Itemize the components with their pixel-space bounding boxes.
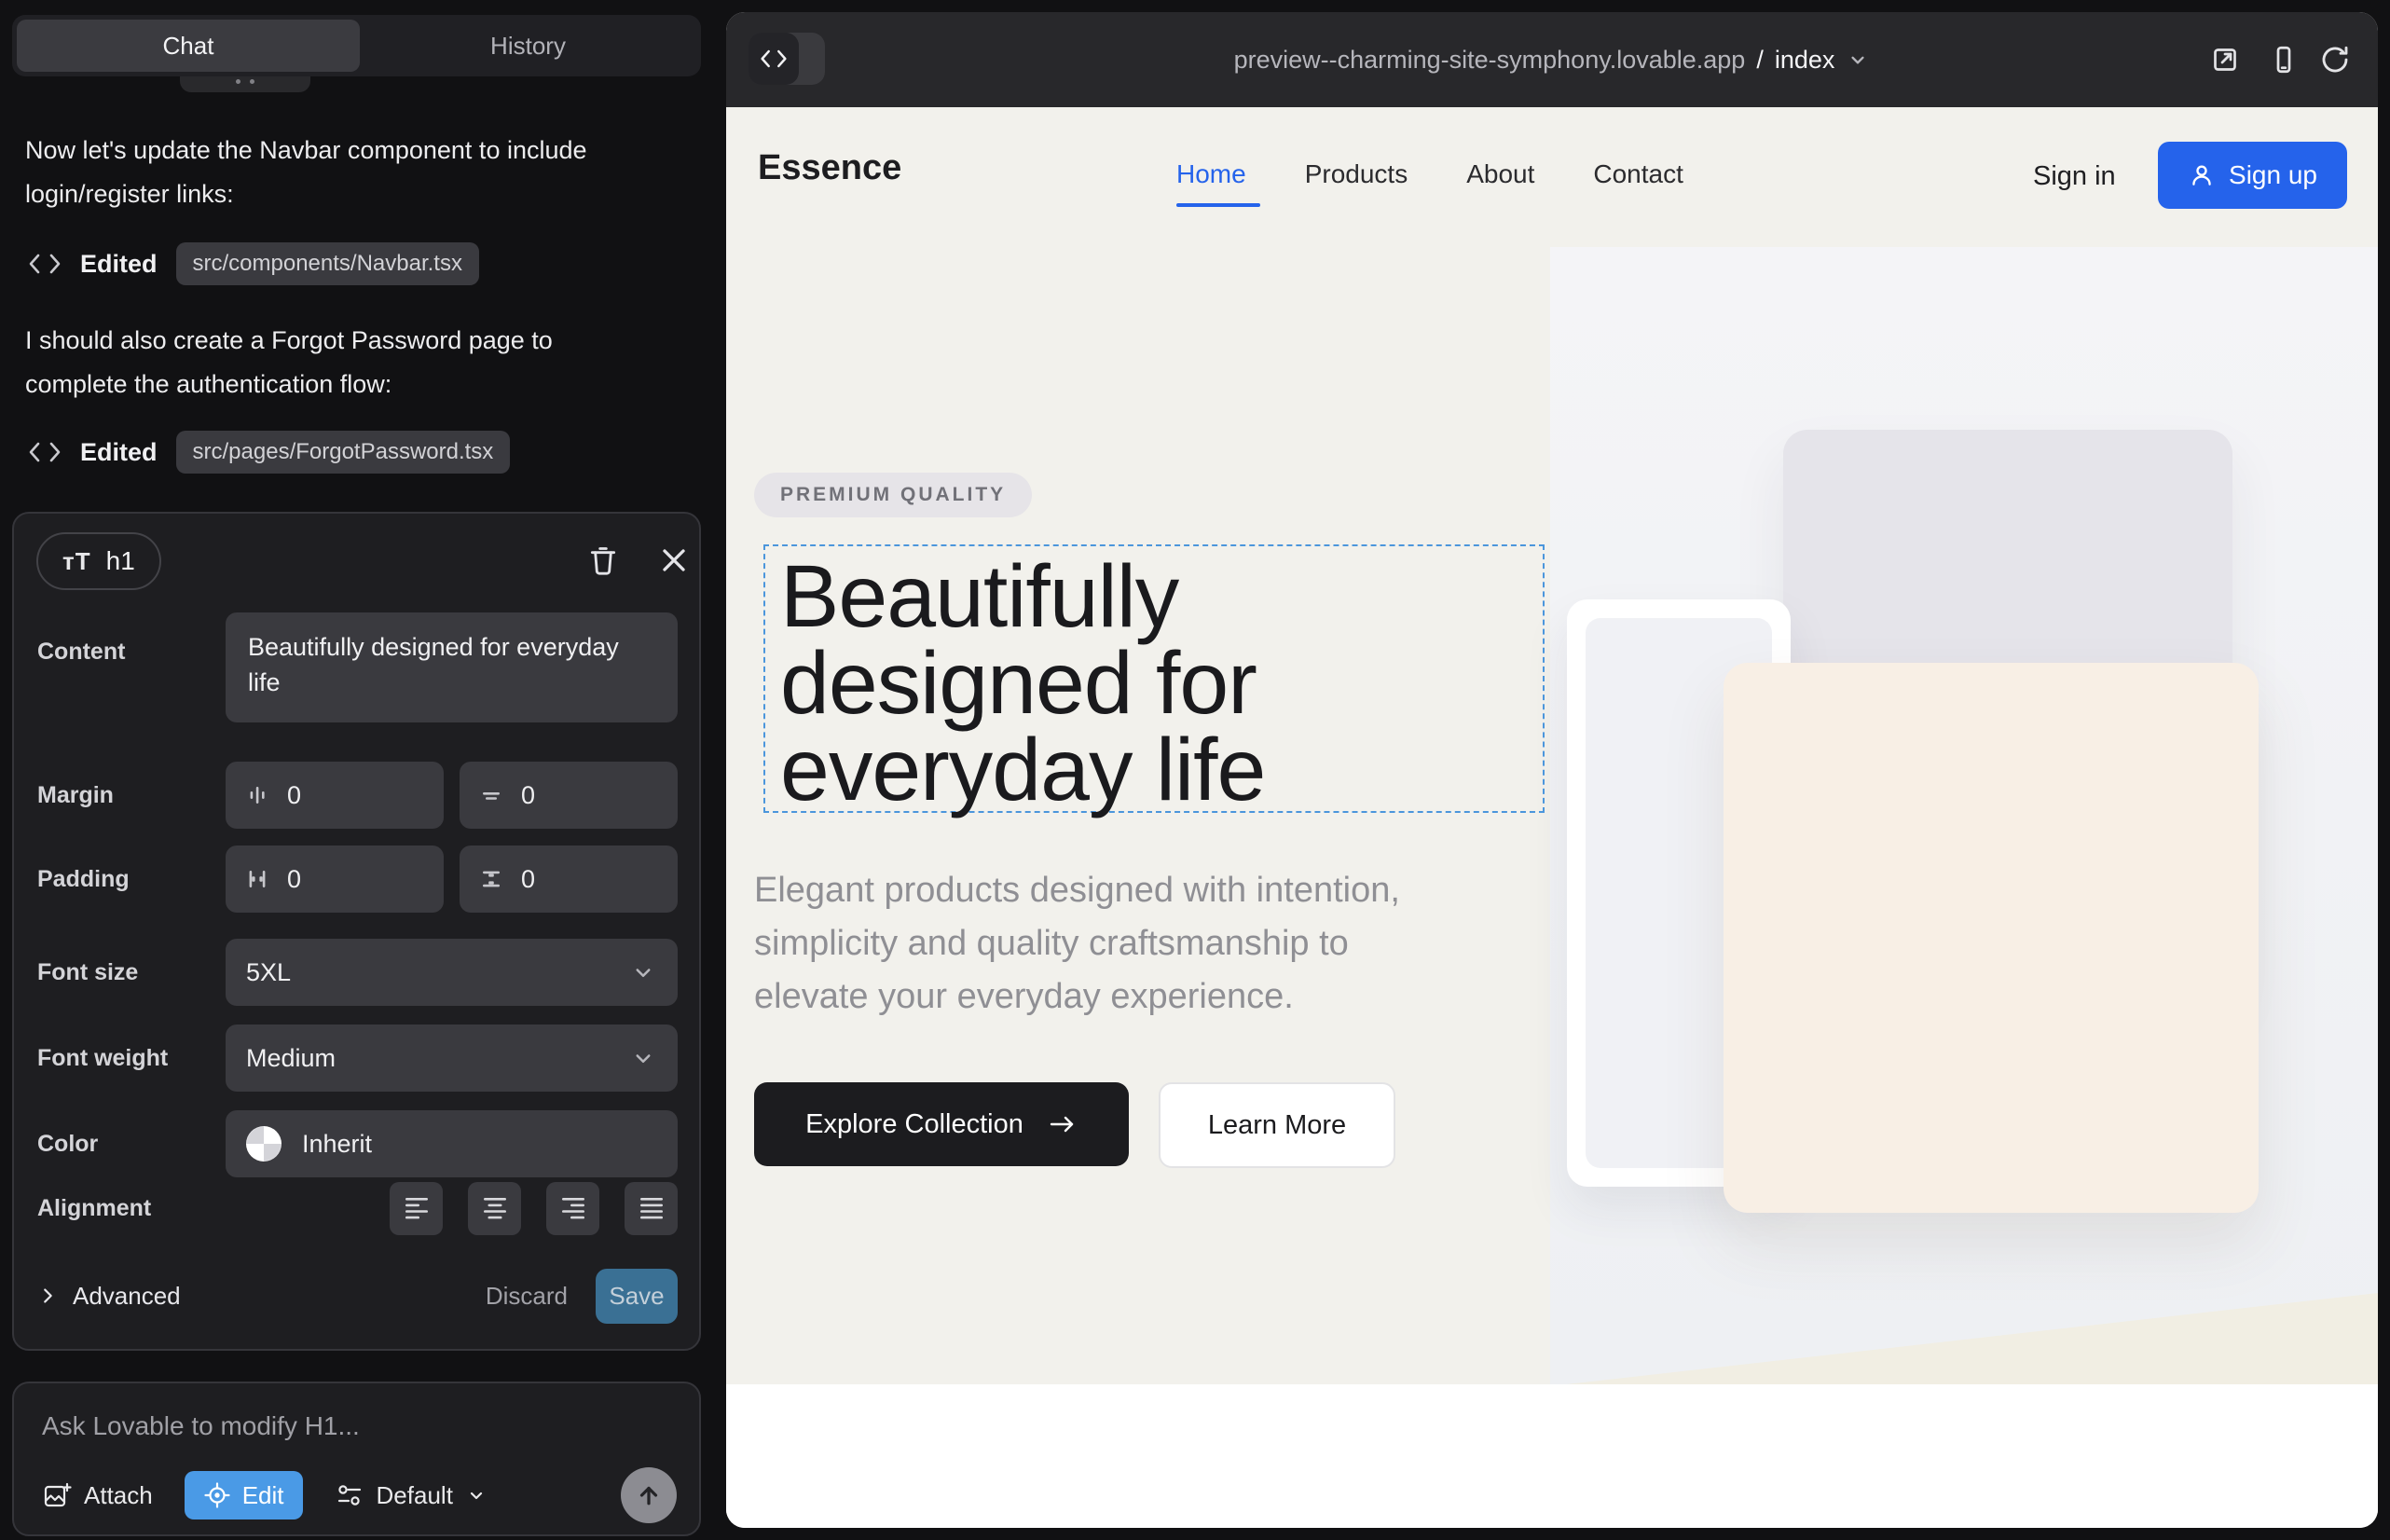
delete-element-icon[interactable]: [584, 542, 622, 579]
tab-history[interactable]: History: [360, 32, 696, 61]
margin-vertical-icon: [478, 782, 504, 808]
color-select[interactable]: Inherit: [226, 1110, 678, 1177]
url-separator: /: [1756, 46, 1764, 75]
chevron-down-icon: [1846, 48, 1870, 72]
mode-select[interactable]: Default: [335, 1480, 488, 1510]
element-tag: h1: [106, 546, 135, 576]
open-external-icon[interactable]: [2208, 43, 2242, 76]
next-section: [726, 1384, 2378, 1528]
scrolled-chip-fragment: [180, 76, 310, 92]
explore-collection-button[interactable]: Explore Collection: [754, 1082, 1129, 1166]
padding-vertical-icon: [478, 866, 504, 892]
edited-file-row: Edited src/components/Navbar.tsx: [28, 241, 479, 287]
file-chip[interactable]: src/components/Navbar.tsx: [176, 242, 479, 285]
advanced-toggle[interactable]: Advanced: [37, 1282, 181, 1311]
close-icon[interactable]: [655, 542, 693, 579]
arrow-up-icon: [635, 1481, 663, 1509]
content-label: Content: [37, 612, 226, 666]
url-bar[interactable]: preview--charming-site-symphony.lovable.…: [726, 12, 2378, 107]
font-size-select[interactable]: 5XL: [226, 939, 678, 1006]
active-nav-underline: [1176, 203, 1260, 207]
attach-button[interactable]: Attach: [42, 1480, 153, 1510]
edit-target-icon: [203, 1481, 231, 1509]
nav-link-about[interactable]: About: [1466, 159, 1534, 189]
code-view-toggle[interactable]: [749, 33, 825, 85]
arrow-right-icon: [1048, 1113, 1078, 1135]
chat-message: Now let's update the Navbar component to…: [25, 129, 659, 216]
decor-card-cream: [1724, 663, 2259, 1213]
selected-element-pill: тT h1: [36, 532, 161, 590]
tab-chat[interactable]: Chat: [17, 20, 360, 72]
hero-badge: PREMIUM QUALITY: [754, 473, 1032, 517]
margin-horizontal-icon: [244, 782, 270, 808]
type-icon: тT: [62, 547, 91, 576]
code-icon: [28, 252, 62, 276]
site-canvas: Essence Home Products About Contact Sign…: [726, 107, 2378, 1528]
chat-message: I should also create a Forgot Password p…: [25, 319, 659, 406]
font-size-label: Font size: [37, 959, 226, 986]
hero-description: Elegant products designed with intention…: [754, 864, 1518, 1024]
user-icon: [2188, 161, 2216, 189]
edited-label: Edited: [80, 250, 158, 279]
edit-mode-button[interactable]: Edit: [185, 1471, 303, 1519]
content-input[interactable]: Beautifully designed for everyday life: [226, 612, 678, 722]
edited-label: Edited: [80, 438, 158, 467]
sliders-icon: [335, 1480, 364, 1510]
send-button[interactable]: [621, 1467, 677, 1523]
sign-up-button[interactable]: Sign up: [2158, 142, 2347, 209]
align-right-icon[interactable]: [546, 1182, 599, 1235]
align-left-icon[interactable]: [390, 1182, 443, 1235]
chevron-right-icon: [37, 1286, 58, 1306]
padding-label: Padding: [37, 866, 226, 893]
site-nav: Home Products About Contact: [1176, 159, 1683, 189]
margin-label: Margin: [37, 782, 226, 809]
chat-history-tabbar: Chat History: [12, 15, 701, 76]
site-logo[interactable]: Essence: [758, 148, 901, 188]
url-page: index: [1775, 46, 1835, 75]
color-label: Color: [37, 1131, 226, 1158]
url-host: preview--charming-site-symphony.lovable.…: [1234, 46, 1746, 75]
element-editor-panel: тT h1 Content Beautifully designed for e…: [12, 512, 701, 1351]
padding-horizontal-icon: [244, 866, 270, 892]
save-button[interactable]: Save: [596, 1269, 678, 1324]
align-center-icon[interactable]: [468, 1182, 521, 1235]
selected-h1-element[interactable]: Beautifully designed for everyday life: [763, 544, 1545, 813]
chevron-down-icon: [629, 958, 657, 986]
chevron-down-icon: [629, 1044, 657, 1072]
code-icon: [28, 440, 62, 464]
padding-y-input[interactable]: 0: [460, 846, 678, 913]
padding-x-input[interactable]: 0: [226, 846, 444, 913]
file-chip[interactable]: src/pages/ForgotPassword.tsx: [176, 431, 511, 474]
nav-link-contact[interactable]: Contact: [1593, 159, 1683, 189]
preview-window: preview--charming-site-symphony.lovable.…: [726, 12, 2378, 1528]
lovable-app: Chat History Now let's update the Navbar…: [0, 0, 2390, 1540]
mobile-view-icon[interactable]: [2267, 43, 2301, 76]
font-weight-label: Font weight: [37, 1045, 226, 1072]
alignment-label: Alignment: [37, 1195, 226, 1222]
refresh-icon[interactable]: [2318, 43, 2352, 76]
margin-x-input[interactable]: 0: [226, 762, 444, 829]
align-justify-icon[interactable]: [625, 1182, 678, 1235]
prompt-input[interactable]: Ask Lovable to modify H1...: [42, 1411, 360, 1441]
edited-file-row: Edited src/pages/ForgotPassword.tsx: [28, 429, 510, 475]
margin-y-input[interactable]: 0: [460, 762, 678, 829]
browser-bar: preview--charming-site-symphony.lovable.…: [726, 12, 2378, 107]
chevron-down-icon: [465, 1484, 488, 1506]
nav-link-home[interactable]: Home: [1176, 159, 1246, 189]
sign-in-link[interactable]: Sign in: [2033, 161, 2116, 192]
learn-more-button[interactable]: Learn More: [1159, 1082, 1395, 1168]
attach-image-icon: [42, 1480, 72, 1510]
nav-link-products[interactable]: Products: [1305, 159, 1408, 189]
transparency-swatch-icon: [246, 1126, 282, 1162]
code-icon: [749, 33, 799, 85]
font-weight-select[interactable]: Medium: [226, 1024, 678, 1092]
prompt-composer: Ask Lovable to modify H1... Attach: [12, 1382, 701, 1536]
discard-button[interactable]: Discard: [486, 1282, 568, 1311]
